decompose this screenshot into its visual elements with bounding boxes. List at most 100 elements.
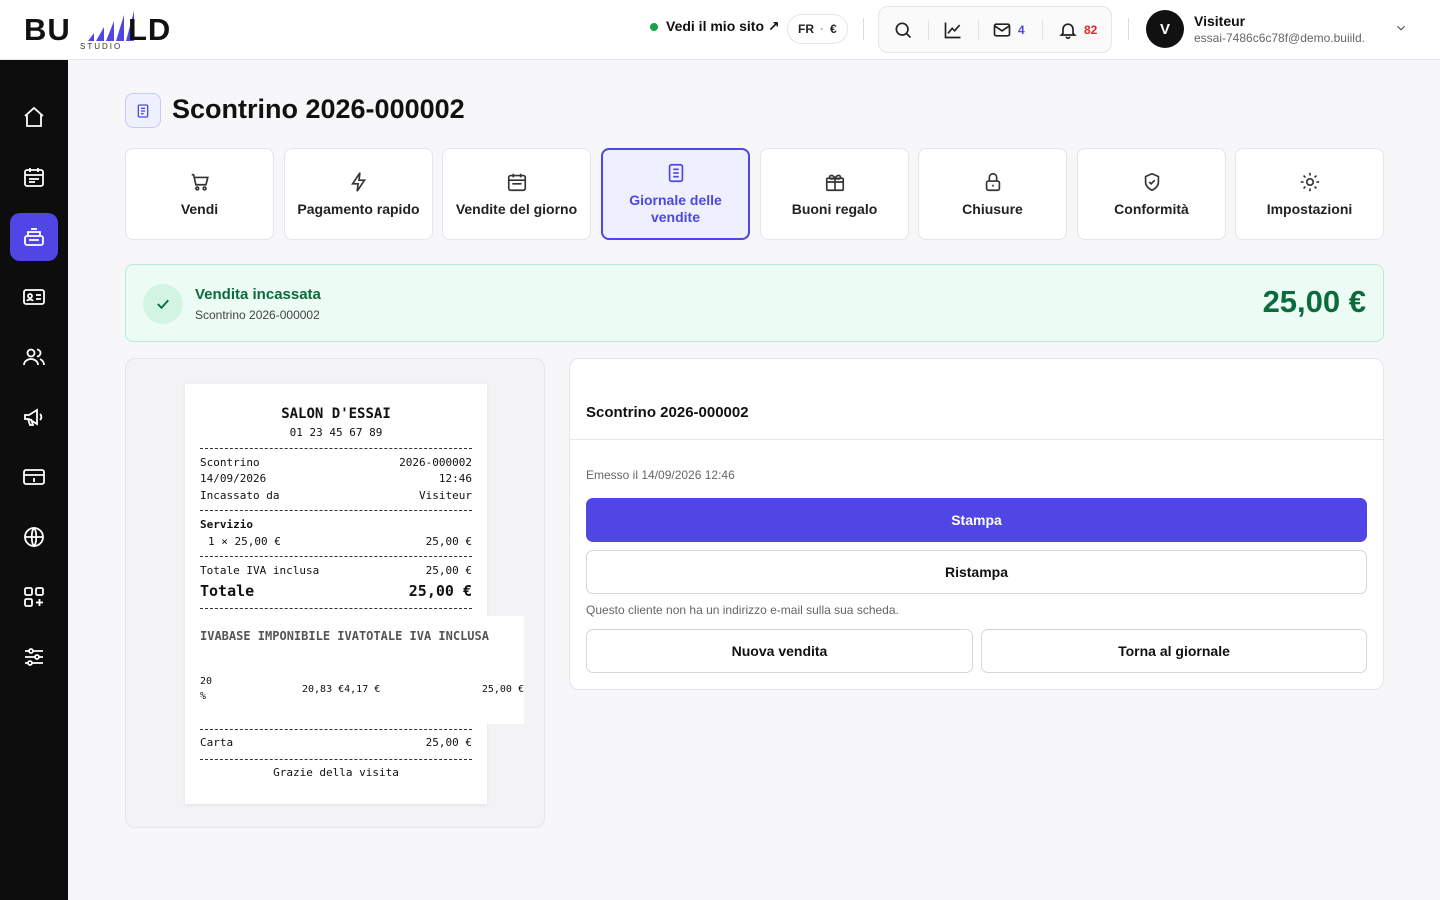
receipt-divider xyxy=(200,608,472,609)
banner-subtitle: Scontrino 2026-000002 xyxy=(195,308,320,322)
divider xyxy=(570,439,1383,440)
reprint-button[interactable]: Ristampa xyxy=(586,550,1367,594)
receipt-number: 2026-000002 xyxy=(399,456,472,469)
language-currency-selector[interactable]: FR · € xyxy=(787,14,848,44)
gear-icon xyxy=(1300,172,1319,191)
receipt-thanks: Grazie della visita xyxy=(273,766,399,779)
divider xyxy=(863,18,864,40)
receipt-label-number: Scontrino xyxy=(200,456,260,469)
shield-check-icon xyxy=(1144,172,1159,191)
currency-label: € xyxy=(830,22,837,36)
logo-sub: STUDIO xyxy=(80,42,123,51)
calendar-icon xyxy=(24,168,44,187)
sidebar-item-website[interactable] xyxy=(10,513,58,561)
document-icon xyxy=(668,163,683,183)
tile-label: Chiusure xyxy=(962,200,1023,217)
receipt-divider xyxy=(200,759,472,760)
tile-label: Giornale delle vendite xyxy=(629,192,722,225)
tile-label: Impostazioni xyxy=(1266,200,1353,217)
issued-date: Emesso il 14/09/2026 12:46 xyxy=(586,468,735,482)
messages-button[interactable]: 4 xyxy=(992,19,1025,41)
sidebar xyxy=(0,60,68,900)
tile-closures[interactable]: Chiusure xyxy=(918,148,1067,240)
receipt-divider xyxy=(200,448,472,449)
receipt-divider xyxy=(200,510,472,511)
tile-label: Conformità xyxy=(1114,200,1189,217)
id-card-icon xyxy=(23,289,45,305)
divider xyxy=(978,20,979,40)
sidebar-item-register[interactable] xyxy=(10,213,58,261)
receipt-cashier: Visiteur xyxy=(419,489,472,502)
users-icon xyxy=(23,348,45,366)
receipt-date: 14/09/2026 xyxy=(200,472,267,485)
logo-text-right: LD xyxy=(128,12,172,47)
language-label: FR xyxy=(798,22,814,36)
view-site-label: Vedi il mio sito ↗ xyxy=(666,18,780,34)
sidebar-item-contacts[interactable] xyxy=(10,273,58,321)
separator-dot: · xyxy=(820,22,824,36)
print-button[interactable]: Stampa xyxy=(586,498,1367,542)
tile-gift-cards[interactable]: Buoni regalo xyxy=(760,148,909,240)
sidebar-item-clients[interactable] xyxy=(10,333,58,381)
tile-compliance[interactable]: Conformità xyxy=(1077,148,1226,240)
divider xyxy=(1042,20,1043,40)
mail-icon xyxy=(993,23,1011,37)
notifications-button[interactable]: 82 xyxy=(1058,19,1097,41)
tile-quick-payment[interactable]: Pagamento rapido xyxy=(284,148,433,240)
receipt-shop-name: SALON D'ESSAI xyxy=(281,406,391,422)
receipt-preview-panel: SALON D'ESSAI 01 23 45 67 89 Scontrino 2… xyxy=(125,358,545,828)
top-bar: BU LD STUDIO Vedi il mio sito ↗ FR · € 4 xyxy=(0,0,1440,60)
megaphone-icon xyxy=(24,408,43,426)
pos-menu: Vendi Pagamento rapido Vendite del giorn… xyxy=(125,148,1384,240)
stats-button[interactable] xyxy=(943,19,963,41)
receipt-total: 25,00 € xyxy=(408,582,472,600)
user-email: essai-7486c6c78f@demo.buiild.... xyxy=(1194,31,1364,45)
banner-title: Vendita incassata xyxy=(195,286,321,303)
tile-sales-journal[interactable]: Giornale delle vendite xyxy=(601,148,750,240)
back-to-journal-button[interactable]: Torna al giornale xyxy=(981,629,1367,673)
lock-icon xyxy=(985,172,1000,191)
notification-count: 82 xyxy=(1084,23,1098,37)
view-site-link[interactable]: Vedi il mio sito ↗ xyxy=(650,18,780,35)
logo-text-left: BU xyxy=(24,12,71,47)
receipt-label-cashier: Incassato da xyxy=(200,489,280,502)
logo[interactable]: BU LD STUDIO xyxy=(24,8,184,52)
receipt: SALON D'ESSAI 01 23 45 67 89 Scontrino 2… xyxy=(185,384,524,804)
tile-settings[interactable]: Impostazioni xyxy=(1235,148,1384,240)
receipt-card: 25,00 € xyxy=(425,736,472,749)
sliders-icon xyxy=(25,648,43,666)
sidebar-item-marketing[interactable] xyxy=(10,393,58,441)
receipt-vat-header: IVABASE IMPONIBILE IVATOTALE IVA INCLUSA xyxy=(200,629,489,643)
receipt-line-qty: 1 × 25,00 € xyxy=(208,535,281,548)
card-icon xyxy=(23,469,45,485)
divider xyxy=(1128,18,1129,40)
bell-icon xyxy=(1059,23,1077,40)
tile-label: Vendi xyxy=(180,200,219,217)
sidebar-item-settings[interactable] xyxy=(10,633,58,681)
sidebar-item-calendar[interactable] xyxy=(10,153,58,201)
receipt-divider xyxy=(200,556,472,557)
sidebar-item-apps[interactable] xyxy=(10,573,58,621)
new-sale-button[interactable]: Nuova vendita xyxy=(586,629,973,673)
calendar-icon xyxy=(507,173,526,191)
tile-sell[interactable]: Vendi xyxy=(125,148,274,240)
receipt-label-total: Totale xyxy=(200,582,255,600)
receipt-vat-rate: 20 xyxy=(200,676,213,687)
toolbar: 4 82 xyxy=(878,6,1112,53)
receipt-section: Servizio xyxy=(200,518,253,531)
status-dot-icon xyxy=(650,22,658,31)
tile-label: Buoni regalo xyxy=(791,200,878,217)
search-button[interactable] xyxy=(893,19,913,41)
page-title: Scontrino 2026-000002 xyxy=(172,94,465,124)
chart-line-icon xyxy=(944,22,961,39)
chevron-down-icon xyxy=(1397,25,1405,31)
home-icon xyxy=(24,106,44,127)
search-icon xyxy=(895,22,912,39)
receipt-icon xyxy=(125,93,161,128)
no-email-note: Questo cliente non ha un indirizzo e-mai… xyxy=(586,603,899,617)
tile-daily-sales[interactable]: Vendite del giorno xyxy=(442,148,591,240)
sidebar-item-payments[interactable] xyxy=(10,453,58,501)
sidebar-item-home[interactable] xyxy=(10,93,58,141)
cart-icon xyxy=(191,173,209,191)
user-menu[interactable]: V Visiteur essai-7486c6c78f@demo.buiild.… xyxy=(1146,10,1416,50)
